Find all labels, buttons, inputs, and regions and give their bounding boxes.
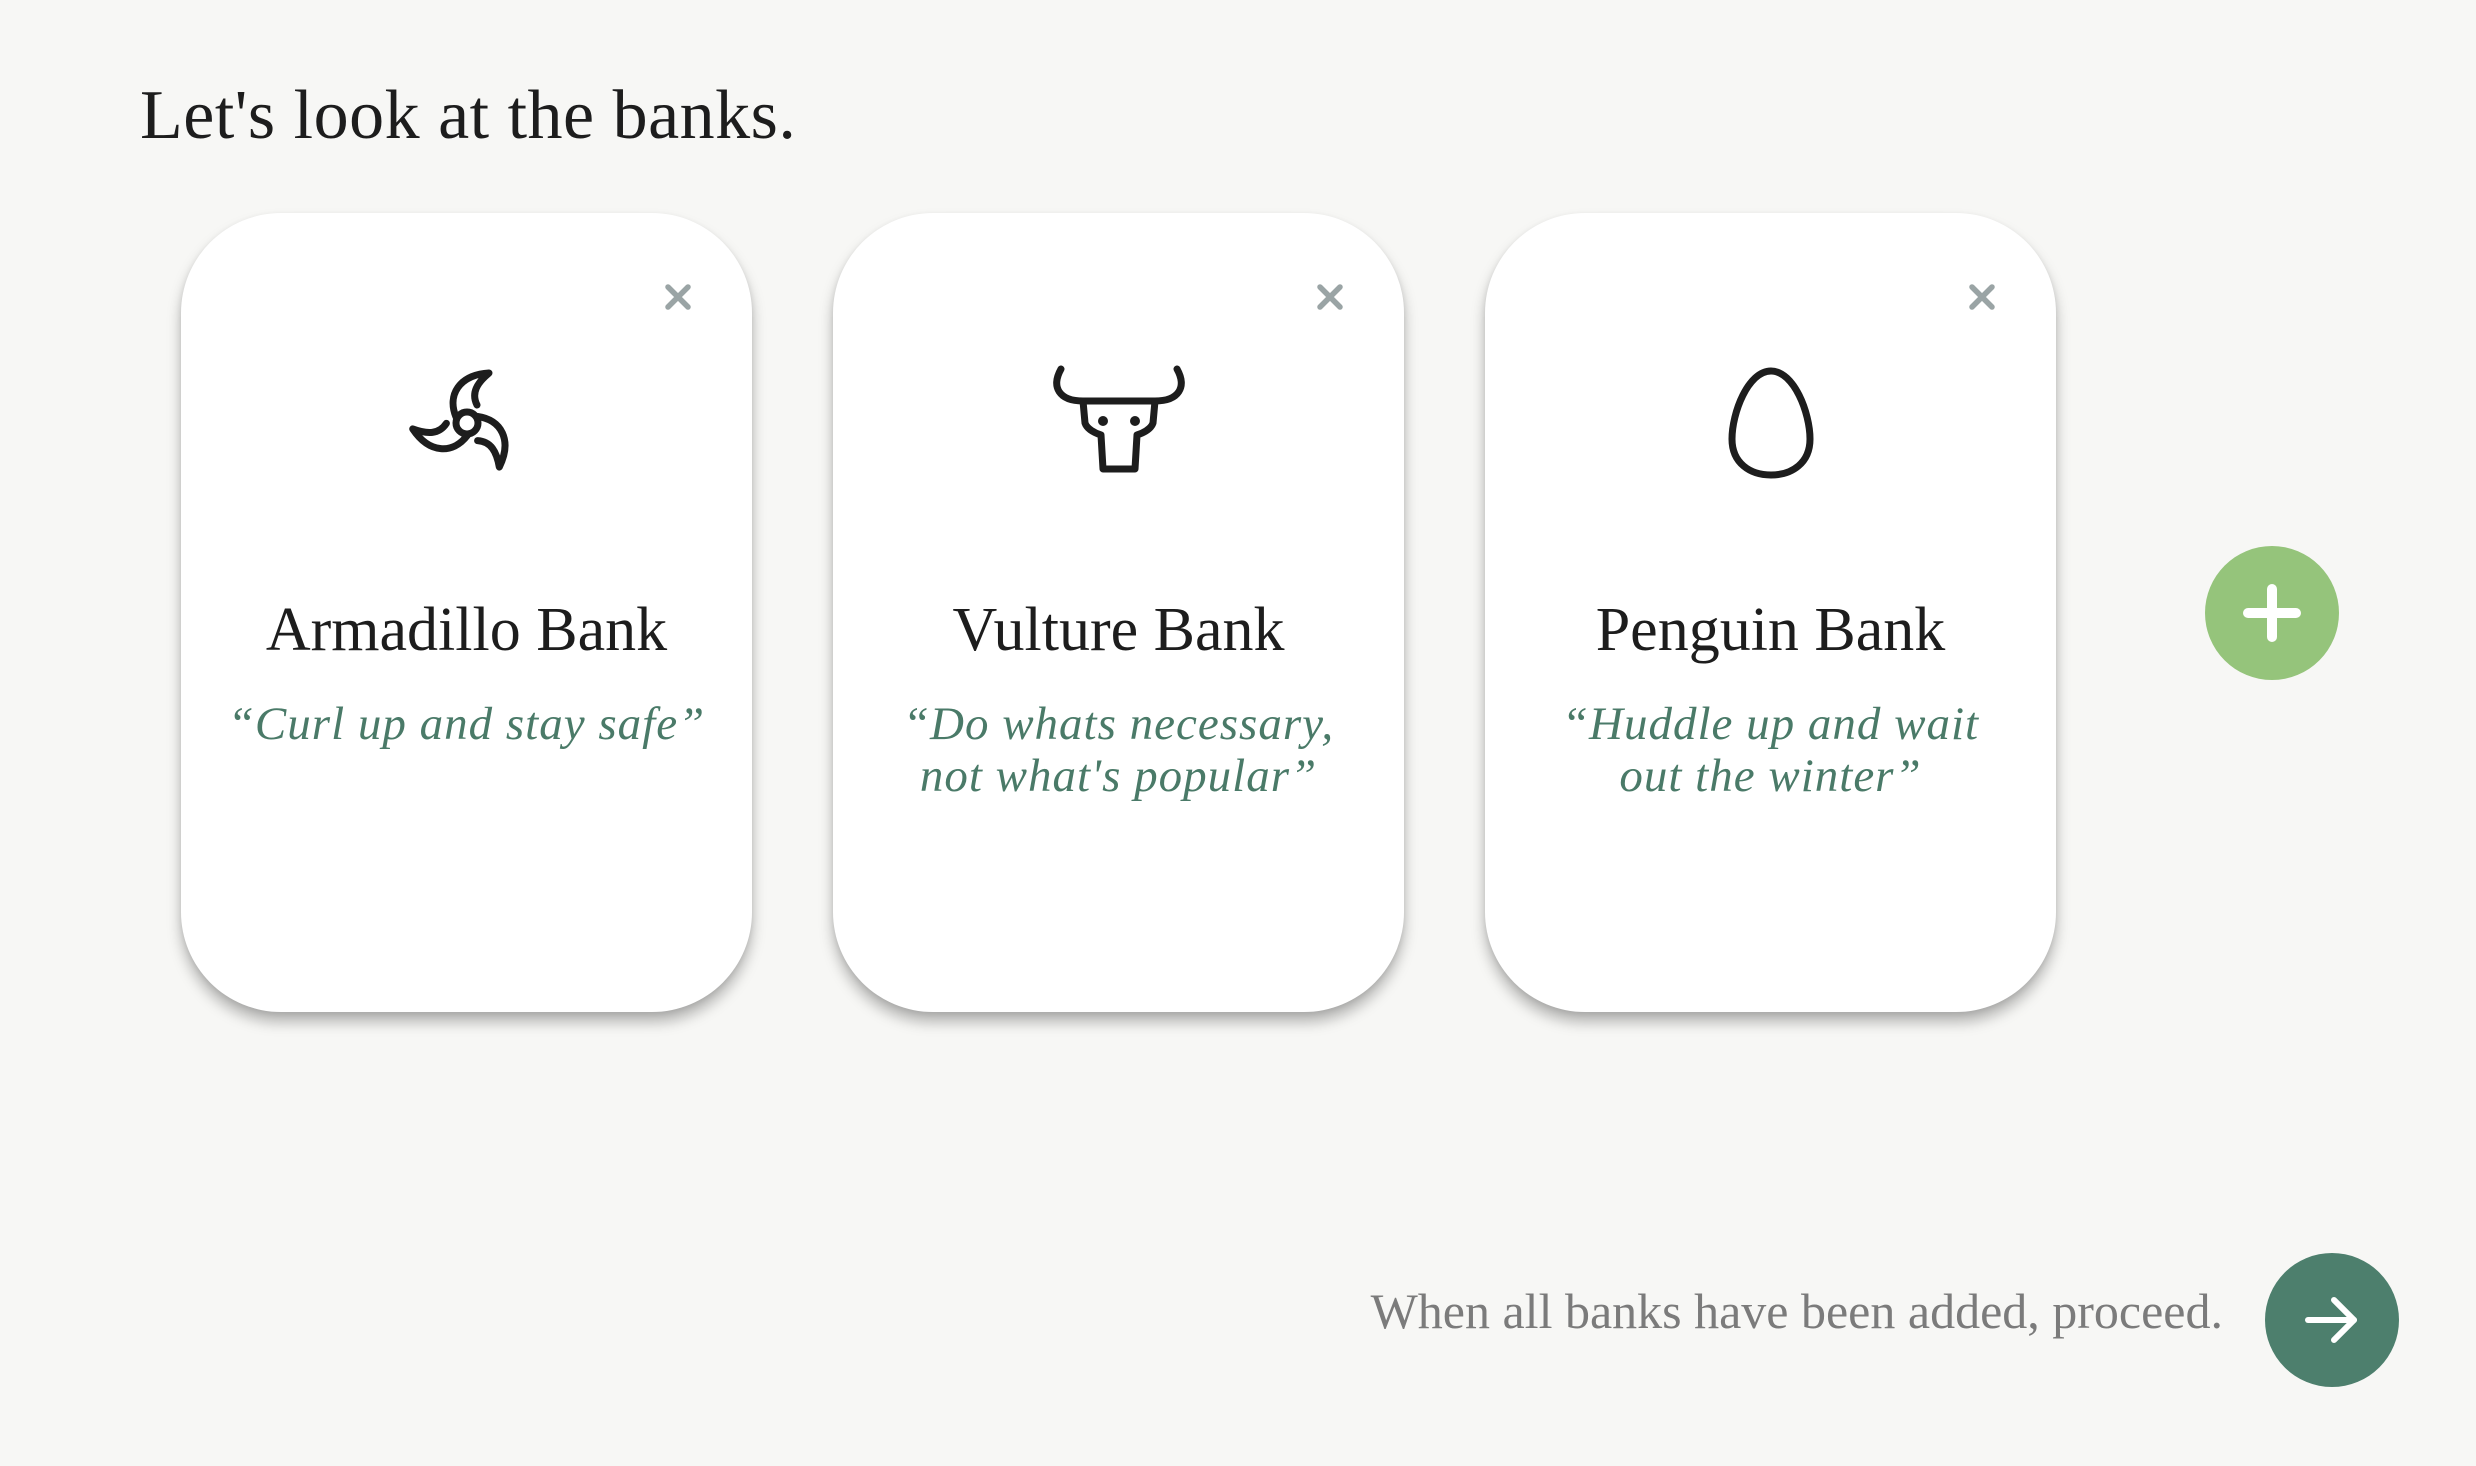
page-title: Let's look at the banks.: [140, 77, 797, 154]
bank-card-armadillo: Armadillo Bank “Curl up and stay safe”: [181, 213, 752, 1012]
proceed-button[interactable]: [2265, 1253, 2399, 1387]
bank-card-penguin: Penguin Bank “Huddle up and wait out the…: [1485, 213, 2056, 1012]
pinwheel-icon: [408, 369, 508, 471]
close-icon: [1969, 284, 1995, 310]
bank-motto: “Huddle up and wait out the winter”: [1561, 698, 1980, 802]
bank-name: Penguin Bank: [1595, 596, 1946, 664]
egg-icon: [1727, 367, 1814, 479]
bank-name: Armadillo Bank: [265, 596, 668, 664]
bank-motto: “Curl up and stay safe”: [227, 698, 706, 750]
close-icon: [1317, 284, 1343, 310]
remove-bank-button[interactable]: [1962, 277, 2002, 317]
bank-card-vulture: Vulture Bank “Do whats necessary, not wh…: [833, 213, 1404, 1012]
bank-logo: [181, 363, 752, 483]
remove-bank-button[interactable]: [658, 277, 698, 317]
bull-skull-icon: [1052, 365, 1185, 473]
bank-motto: “Do whats necessary, not what's popular”: [902, 698, 1335, 802]
close-icon: [665, 284, 691, 310]
proceed-hint: When all banks have been added, proceed.: [1370, 1283, 2223, 1339]
bank-name: Vulture Bank: [952, 596, 1285, 664]
add-bank-button[interactable]: [2205, 546, 2339, 680]
arrow-right-icon: [2305, 1297, 2357, 1343]
plus-icon: [2243, 584, 2301, 642]
bank-logo: [1485, 363, 2056, 483]
remove-bank-button[interactable]: [1310, 277, 1350, 317]
bank-card-list: Armadillo Bank “Curl up and stay safe” V…: [181, 213, 2056, 1012]
bank-logo: [833, 363, 1404, 483]
